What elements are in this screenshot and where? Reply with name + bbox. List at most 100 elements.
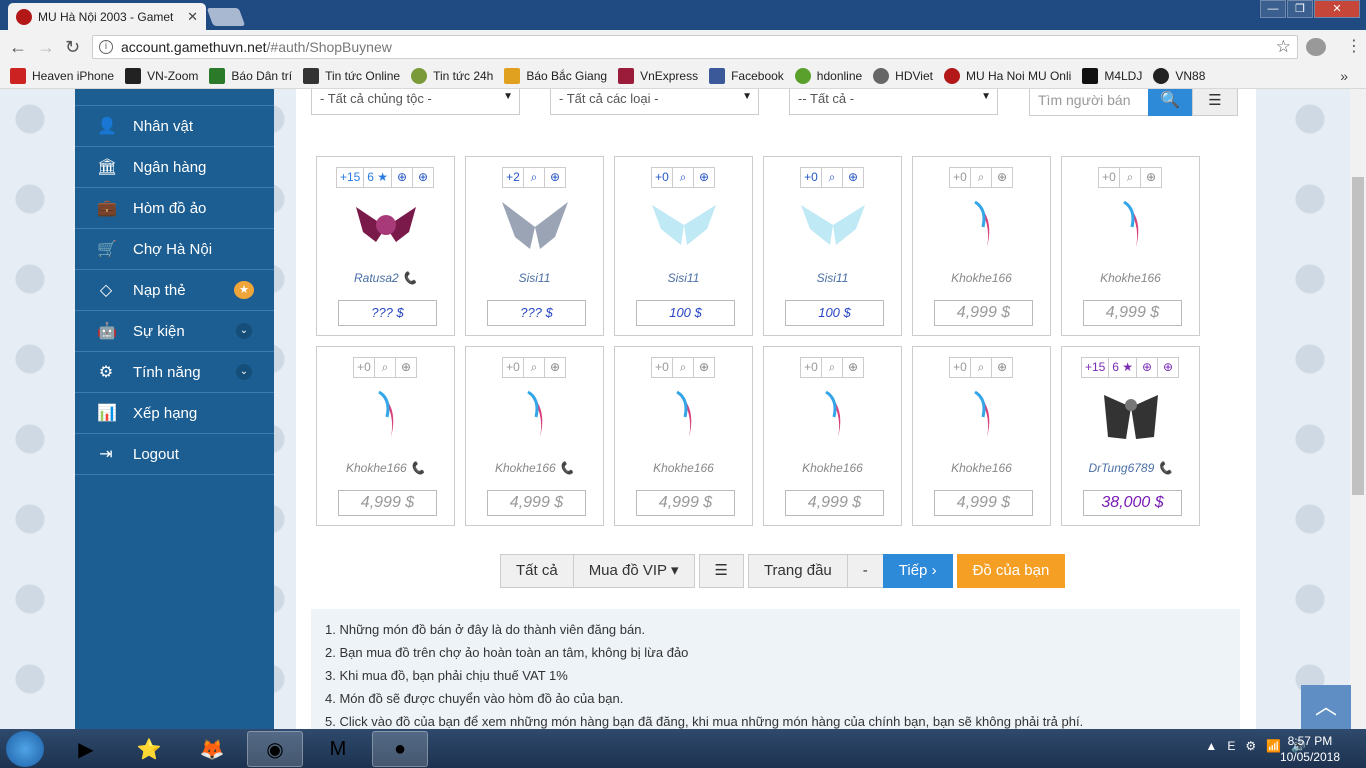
shop-item-card[interactable]: +0 ⌕ ⊕ Khokhe166 4,999 $ — [763, 346, 902, 526]
forward-arrow-icon[interactable]: → — [37, 37, 55, 58]
item-image[interactable] — [649, 387, 719, 442]
search-icon[interactable]: ⌕ — [821, 167, 843, 188]
buy-vip-dropdown[interactable]: Mua đồ VIP ▾ — [572, 554, 695, 588]
search-icon[interactable]: ⌕ — [821, 357, 843, 378]
shop-item-card[interactable]: +0 ⌕ ⊕ Khokhe166 4,999 $ — [912, 346, 1051, 526]
item-image[interactable] — [947, 387, 1017, 442]
zoom-in-icon[interactable]: ⊕ — [842, 357, 864, 378]
plus-circle-icon[interactable]: ⊕ — [391, 167, 414, 188]
minimize-button[interactable]: — — [1260, 0, 1286, 18]
shop-item-card[interactable]: +0 ⌕ ⊕ Sisi11 100 $ — [763, 156, 902, 336]
search-icon[interactable]: ⌕ — [1119, 167, 1141, 188]
media-player-icon[interactable]: ▶ — [58, 731, 114, 767]
list-view-toggle[interactable]: ☰ — [698, 554, 744, 588]
price-button[interactable]: 4,999 $ — [934, 300, 1033, 326]
mu-game-icon[interactable]: M — [310, 731, 366, 767]
extension-icon[interactable] — [1306, 38, 1326, 56]
sidebar-item-su-kien[interactable]: 🤖 Sự kiện ⌄ — [75, 311, 274, 352]
star-app-icon[interactable]: ⭐ — [121, 731, 177, 767]
my-items-button[interactable]: Đồ của bạn — [956, 554, 1066, 588]
shop-item-card[interactable]: +0 ⌕ ⊕ Khokhe166 4,999 $ — [912, 156, 1051, 336]
keyboard-icon[interactable]: E — [1227, 739, 1235, 753]
chevron-down-icon[interactable]: ⌄ — [236, 323, 252, 339]
search-icon[interactable]: ⌕ — [374, 357, 396, 378]
price-button[interactable]: 4,999 $ — [487, 490, 586, 516]
zoom-in-icon[interactable]: ⊕ — [1157, 357, 1180, 378]
search-icon[interactable]: ⌕ — [970, 167, 992, 188]
price-button[interactable]: 100 $ — [785, 300, 884, 326]
item-image[interactable] — [649, 197, 719, 252]
bookmark-item[interactable]: VnExpress — [618, 67, 698, 84]
chevron-down-icon[interactable]: ⌄ — [236, 364, 252, 380]
zoom-in-icon[interactable]: ⊕ — [991, 357, 1013, 378]
list-view-button[interactable]: ☰ — [1192, 89, 1238, 116]
price-button[interactable]: 4,999 $ — [934, 490, 1033, 516]
scroll-to-top-button[interactable]: ︿ — [1301, 685, 1351, 729]
bookmark-item[interactable]: Tin tức Online — [303, 67, 400, 84]
back-arrow-icon[interactable]: ← — [9, 37, 27, 58]
mu-hanoi-icon[interactable]: ● — [372, 731, 428, 767]
search-icon[interactable]: ⌕ — [672, 357, 694, 378]
seller-name[interactable]: DrTung6789 📞 — [1062, 461, 1199, 475]
maximize-button[interactable]: ❐ — [1287, 0, 1313, 18]
seller-search-input[interactable]: Tìm người bán — [1029, 89, 1149, 116]
sidebar-item-cho-ha-noi[interactable]: 🛒 Chợ Hà Nội — [75, 229, 274, 270]
firefox-icon[interactable]: 🦊 — [184, 731, 240, 767]
item-image[interactable] — [500, 197, 570, 252]
race-select[interactable]: - Tất cả chủng tộc - ▼ — [311, 89, 520, 115]
item-image[interactable] — [1096, 387, 1166, 442]
item-image[interactable] — [351, 197, 421, 252]
sidebar-item-xep-hang[interactable]: 📊 Xếp hạng — [75, 393, 274, 434]
show-hidden-icon[interactable]: ▲ — [1205, 739, 1217, 753]
sidebar-item-nap-the[interactable]: ◇ Nạp thẻ ★ — [75, 270, 274, 311]
shop-item-card[interactable]: +0 ⌕ ⊕ Khokhe166 4,999 $ — [614, 346, 753, 526]
plus-circle-icon[interactable]: ⊕ — [1136, 357, 1159, 378]
start-button[interactable] — [6, 731, 44, 767]
browser-tab[interactable]: MU Hà Nội 2003 - Gamet ✕ — [8, 3, 206, 30]
seller-name[interactable]: Khokhe166 — [615, 461, 752, 475]
bookmark-item[interactable]: M4LDJ — [1082, 67, 1142, 84]
search-icon[interactable]: ⌕ — [523, 167, 545, 188]
address-bar[interactable]: i account.gamethuvn.net/#auth/ShopBuynew… — [92, 35, 1298, 59]
sidebar-item-ngan-hang[interactable]: 🏛 Ngân hàng — [75, 147, 274, 188]
shop-item-card[interactable]: +15 6 ★ ⊕ ⊕ DrTung6789 📞 38,000 $ — [1061, 346, 1200, 526]
bookmark-item[interactable]: Báo Dân trí — [209, 67, 292, 84]
search-button[interactable]: 🔍 — [1148, 89, 1192, 116]
chrome-menu-icon[interactable]: ⋮ — [1346, 36, 1362, 56]
zoom-in-icon[interactable]: ⊕ — [544, 357, 566, 378]
bookmark-item[interactable]: VN-Zoom — [125, 67, 198, 84]
item-image[interactable] — [1096, 197, 1166, 252]
shop-item-card[interactable]: +15 6 ★ ⊕ ⊕ Ratusa2 📞??? $ — [316, 156, 455, 336]
chrome-icon[interactable]: ◉ — [247, 731, 303, 767]
next-page-button[interactable]: Tiếp › — [882, 554, 953, 588]
item-image[interactable] — [351, 387, 421, 442]
search-icon[interactable]: ⌕ — [672, 167, 694, 188]
first-page-button[interactable]: Trang đầu — [747, 554, 848, 588]
zoom-in-icon[interactable]: ⊕ — [991, 167, 1013, 188]
sidebar-top-item[interactable] — [75, 89, 274, 106]
seller-name[interactable]: Khokhe166 — [913, 271, 1050, 285]
bookmark-star-icon[interactable]: ☆ — [1276, 37, 1291, 57]
item-image[interactable] — [798, 387, 868, 442]
seller-name[interactable]: Khokhe166 — [1062, 271, 1199, 285]
seller-name[interactable]: Sisi11 — [764, 271, 901, 285]
system-clock[interactable]: 8:57 PM 10/05/2018 — [1280, 733, 1340, 765]
zoom-in-icon[interactable]: ⊕ — [412, 167, 435, 188]
close-tab-icon[interactable]: ✕ — [187, 9, 198, 25]
seller-name[interactable]: Khokhe166 📞 — [317, 461, 454, 475]
bookmark-item[interactable]: MU Ha Noi MU Onli — [943, 67, 1071, 84]
seller-name[interactable]: Sisi11 — [466, 271, 603, 285]
sidebar-item-nhan-vat[interactable]: 👤 Nhân vật — [75, 106, 274, 147]
zoom-in-icon[interactable]: ⊕ — [693, 167, 715, 188]
sidebar-item-tinh-nang[interactable]: ⚙ Tính năng ⌄ — [75, 352, 274, 393]
scrollbar-thumb[interactable] — [1352, 177, 1364, 495]
seller-name[interactable]: Sisi11 — [615, 271, 752, 285]
seller-name[interactable]: Khokhe166 📞 — [466, 461, 603, 475]
item-image[interactable] — [947, 197, 1017, 252]
price-button[interactable]: 100 $ — [636, 300, 735, 326]
price-button[interactable]: 4,999 $ — [1083, 300, 1182, 326]
new-tab-button[interactable] — [206, 8, 246, 26]
zoom-in-icon[interactable]: ⊕ — [1140, 167, 1162, 188]
shop-item-card[interactable]: +0 ⌕ ⊕ Khokhe166 📞 4,999 $ — [316, 346, 455, 526]
price-button[interactable]: 4,999 $ — [785, 490, 884, 516]
